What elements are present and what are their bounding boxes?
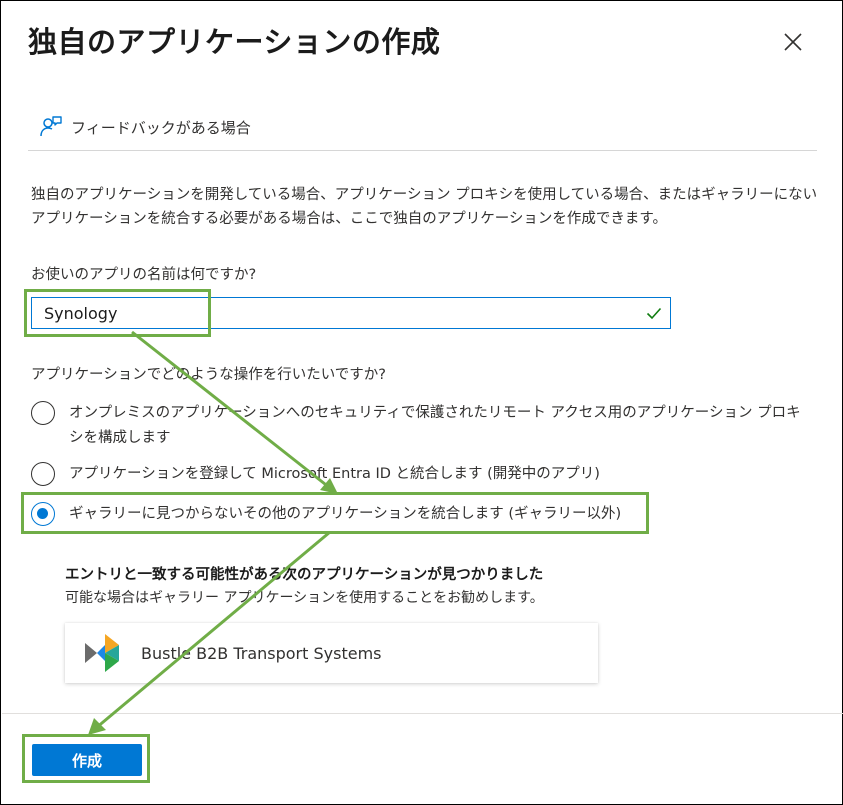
description-text: 独自のアプリケーションを開発している場合、アプリケーション プロキシを使用してい… <box>31 187 818 227</box>
suggested-app-card[interactable]: Bustle B2B Transport Systems <box>65 623 598 683</box>
feedback-link[interactable]: フィードバックがある場合 <box>39 111 251 143</box>
radio-app-proxy[interactable] <box>31 401 55 425</box>
action-question-label: アプリケーションでどのような操作を行いたいですか? <box>31 367 386 383</box>
create-app-dialog: 独自のアプリケーションの作成 フィードバックがある場合 独自のアプリケーションを… <box>0 0 843 805</box>
footer-divider <box>2 713 843 714</box>
radio-non-gallery[interactable] <box>31 502 55 526</box>
close-icon[interactable] <box>782 31 804 53</box>
app-name-label: お使いのアプリの名前は何ですか? <box>31 267 257 283</box>
header-divider <box>28 150 817 151</box>
recommendation-subtitle: 可能な場合はギャラリー アプリケーションを使用することをお勧めします。 <box>65 590 544 606</box>
option-app-proxy-label: オンプレミスのアプリケーションへのセキュリティで保護されたリモート アクセス用の… <box>69 405 801 446</box>
dialog-title: 独自のアプリケーションの作成 <box>28 25 441 59</box>
app-name-input[interactable] <box>42 298 646 329</box>
feedback-person-icon <box>40 116 62 137</box>
feedback-label: フィードバックがある場合 <box>71 118 251 137</box>
checkmark-icon <box>646 307 662 320</box>
app-name-field[interactable] <box>31 297 671 329</box>
suggested-app-name: Bustle B2B Transport Systems <box>141 643 382 663</box>
option-non-gallery[interactable]: ギャラリーに見つからないその他のアプリケーションを統合します (ギャラリー以外) <box>31 502 809 527</box>
option-app-proxy[interactable]: オンプレミスのアプリケーションへのセキュリティで保護されたリモート アクセス用の… <box>31 401 809 451</box>
option-non-gallery-label: ギャラリーに見つからないその他のアプリケーションを統合します (ギャラリー以外) <box>69 506 622 522</box>
create-button[interactable]: 作成 <box>32 744 142 776</box>
radio-register-app[interactable] <box>31 462 55 486</box>
option-register-app[interactable]: アプリケーションを登録して Microsoft Entra ID と統合します … <box>31 462 809 487</box>
option-register-app-label: アプリケーションを登録して Microsoft Entra ID と統合します … <box>69 466 600 482</box>
bustle-logo-icon <box>85 634 119 672</box>
recommendation-title: エントリと一致する可能性がある次のアプリケーションが見つかりました <box>65 567 544 583</box>
